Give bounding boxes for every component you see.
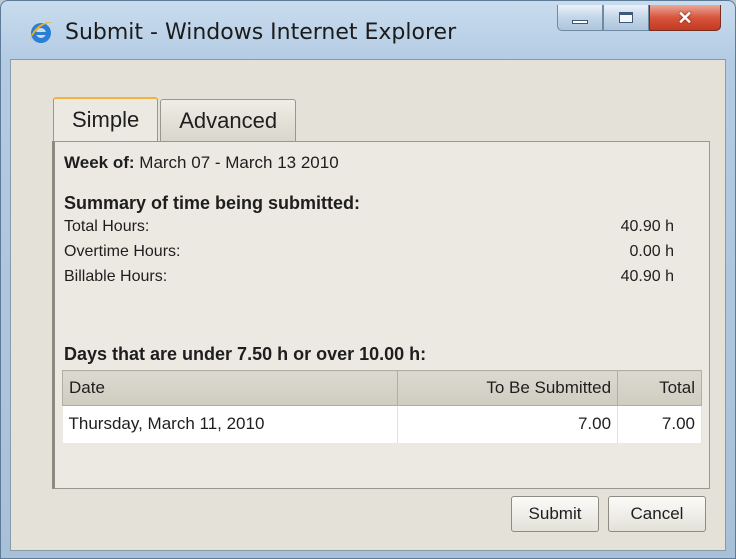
column-header-date[interactable]: Date (61, 370, 399, 406)
days-heading: Days that are under 7.50 h or over 10.00… (64, 344, 427, 364)
cancel-button[interactable]: Cancel (608, 496, 706, 532)
days-table: Date To Be Submitted Total Thursday, Mar… (61, 370, 702, 443)
summary-row-billable-hours: Billable Hours: 40.90 h (64, 268, 674, 286)
dialog-content: Simple Advanced Week of: March 07 - Marc… (10, 59, 726, 551)
internet-explorer-icon (30, 22, 53, 43)
summary-value: 40.90 h (620, 218, 674, 235)
tab-strip: Simple Advanced (53, 97, 298, 141)
summary-row-overtime-hours: Overtime Hours: 0.00 h (64, 243, 674, 261)
summary-row-total-hours: Total Hours: 40.90 h (64, 218, 674, 236)
maximize-icon (619, 12, 633, 23)
tab-panel-simple: Week of: March 07 - March 13 2010 Summar… (52, 141, 710, 489)
column-header-to-be-submitted[interactable]: To Be Submitted (397, 370, 619, 406)
window-title: Submit - Windows Internet Explorer (65, 20, 457, 45)
week-of: Week of: March 07 - March 13 2010 (64, 153, 339, 173)
cell-date: Thursday, March 11, 2010 (62, 405, 399, 443)
week-of-label: Week of: (64, 153, 135, 172)
close-icon: ✕ (677, 7, 693, 28)
cell-total: 7.00 (617, 405, 702, 443)
minimize-button[interactable] (557, 5, 603, 31)
maximize-button[interactable] (603, 5, 649, 31)
summary-label: Total Hours: (64, 218, 150, 235)
title-bar[interactable]: Submit - Windows Internet Explorer ✕ (1, 1, 735, 59)
table-row[interactable]: Thursday, March 11, 2010 7.00 7.00 (62, 405, 702, 443)
summary-heading: Summary of time being submitted: (64, 193, 361, 213)
close-button[interactable]: ✕ (649, 5, 721, 31)
submit-button[interactable]: Submit (511, 496, 599, 532)
tab-advanced[interactable]: Advanced (160, 99, 297, 141)
table-header-row: Date To Be Submitted Total (61, 370, 702, 406)
minimize-icon (572, 19, 588, 24)
tab-simple[interactable]: Simple (53, 97, 159, 141)
summary-value: 40.90 h (620, 268, 674, 285)
summary-label: Billable Hours: (64, 268, 168, 285)
cell-to-be-submitted: 7.00 (397, 405, 619, 443)
caption-buttons: ✕ (557, 5, 721, 35)
browser-window: Submit - Windows Internet Explorer ✕ Sim… (0, 0, 736, 559)
summary-label: Overtime Hours: (64, 243, 181, 260)
week-of-value: March 07 - March 13 2010 (139, 153, 339, 172)
summary-value: 0.00 h (629, 243, 674, 260)
column-header-total[interactable]: Total (617, 370, 702, 406)
